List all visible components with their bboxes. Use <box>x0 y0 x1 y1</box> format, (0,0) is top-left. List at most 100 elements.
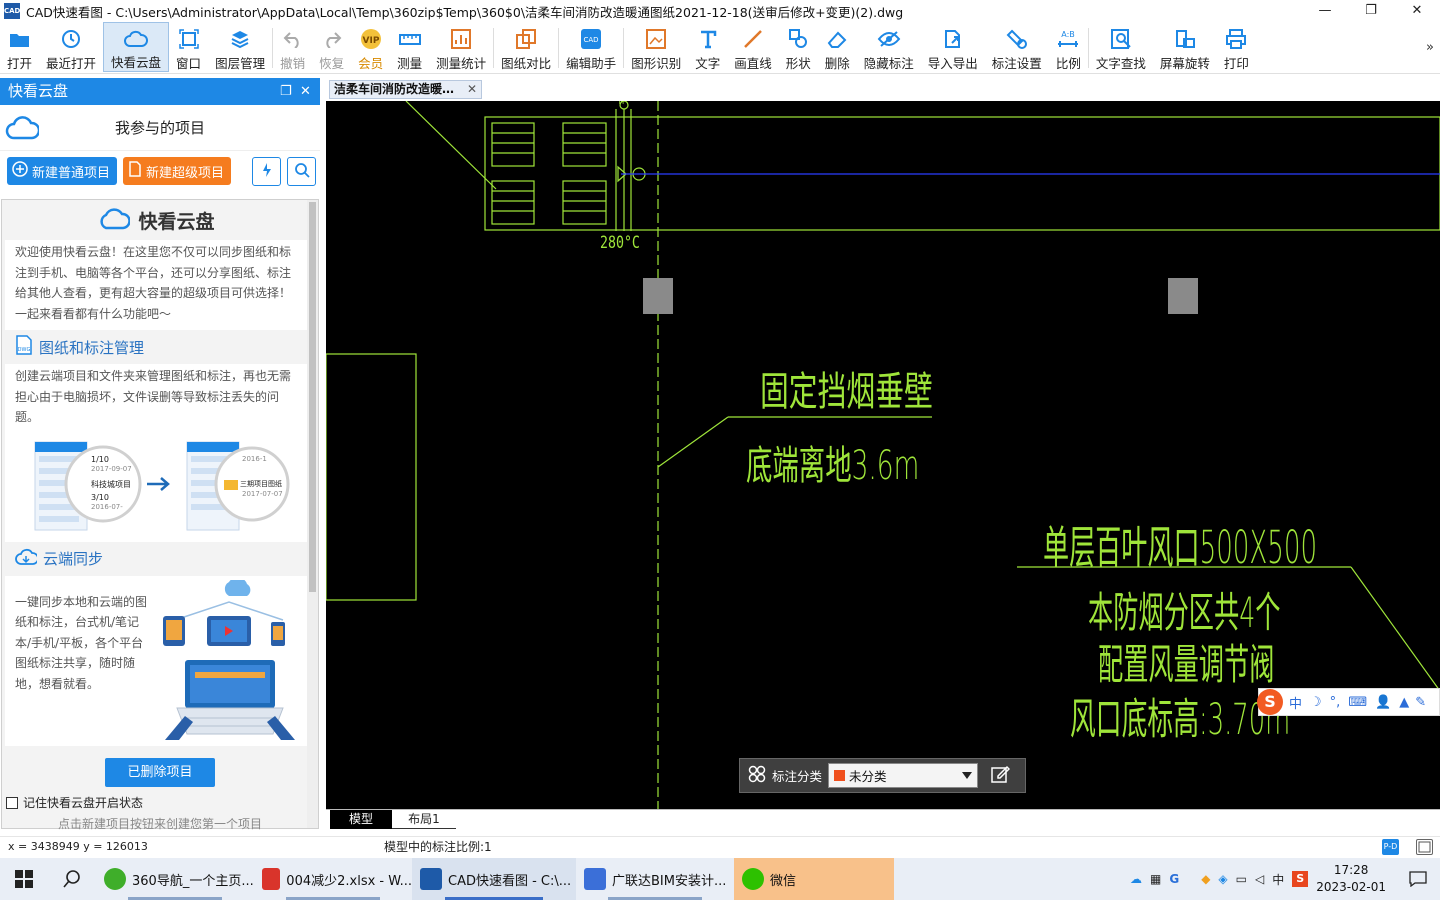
clock-date: 2023-02-01 <box>1316 880 1386 894</box>
pd-badge[interactable]: P-D <box>1382 839 1399 855</box>
scale-button[interactable]: A:B 比例 <box>1049 22 1088 72</box>
redo-button[interactable]: 恢复 <box>312 22 351 72</box>
windows-start-icon[interactable] <box>0 858 48 900</box>
intro-scroll-area[interactable]: 快看云盘 欢迎使用快看云盘！在这里您不仅可以同步图纸和标注到手机、电脑等各个平台… <box>1 199 319 829</box>
grid-icon[interactable] <box>748 765 766 786</box>
layout1-tab[interactable]: 布局1 <box>392 810 456 829</box>
windows-taskbar: 360导航_一个主页... 004减少2.xlsx - W... CAD快速看图… <box>0 858 1440 900</box>
window-icon <box>177 28 201 50</box>
document-tab[interactable]: 洁柔车间消防改造暖… ✕ <box>329 80 482 99</box>
recent-button[interactable]: 最近打开 <box>39 22 103 72</box>
delete-button[interactable]: 删除 <box>818 22 857 72</box>
wifi-tray-icon[interactable]: ▦ <box>1150 872 1161 886</box>
deleted-projects-button[interactable]: 已删除项目 <box>105 758 215 787</box>
scrollbar-thumb[interactable] <box>309 202 316 592</box>
minimize-button[interactable]: — <box>1302 0 1348 22</box>
new-super-project-label: 新建超级项目 <box>146 165 225 181</box>
undo-button[interactable]: 撤销 <box>273 22 312 72</box>
browser-360-icon <box>104 868 126 890</box>
model-tab[interactable]: 模型 <box>330 810 392 829</box>
cloud-sync-icon <box>15 548 39 570</box>
volume-icon[interactable]: ◁ <box>1255 872 1264 886</box>
search-button[interactable] <box>287 156 317 186</box>
status-bar: x = 3438949 y = 126013 模型中的标注比例:1 P-D <box>0 836 1440 858</box>
intro-card-header: 快看云盘 <box>5 200 308 240</box>
text-search-button[interactable]: 文字查找 <box>1089 22 1153 72</box>
rotate-screen-button[interactable]: 屏幕旋转 <box>1153 22 1217 72</box>
layers-button[interactable]: 图层管理 <box>208 22 272 72</box>
cloud-button[interactable]: 快看云盘 <box>103 22 170 72</box>
edit-assistant-button[interactable]: CAD 编辑助手 <box>559 22 623 72</box>
security-tray-icon[interactable]: ◈ <box>1218 872 1227 886</box>
remember-state-checkbox[interactable] <box>6 796 18 809</box>
shape-button[interactable]: 形状 <box>779 22 818 72</box>
intro-scrollbar[interactable] <box>307 200 318 828</box>
open-button[interactable]: 打开 <box>0 22 39 72</box>
toolbar-more-button[interactable]: » <box>1426 40 1434 55</box>
vip-icon: VIP <box>359 28 383 50</box>
remember-state-option[interactable]: 记住快看云盘开启状态 <box>6 794 143 811</box>
hide-annotation-button[interactable]: 隐藏标注 <box>857 22 921 72</box>
illus-date-a: 2017-09-07 <box>91 464 132 473</box>
taskbar-item-cad[interactable]: CAD快速看图 - C:\... <box>412 858 576 900</box>
fullscreen-icon[interactable] <box>1416 839 1433 855</box>
document-tab-close-button[interactable]: ✕ <box>467 81 477 98</box>
cad-app-icon <box>420 868 442 890</box>
annotation-settings-label: 标注设置 <box>991 56 1042 71</box>
window-button[interactable]: 窗口 <box>169 22 208 72</box>
cloud-panel: 快看云盘 ❐ ✕ 我参与的项目 新建普通项目 新建超级项目 快看云盘 欢迎使用快… <box>0 78 320 836</box>
onedrive-icon[interactable]: ☁ <box>1130 872 1142 886</box>
new-normal-project-button[interactable]: 新建普通项目 <box>7 157 118 185</box>
browser-tray-icon[interactable]: G <box>1169 872 1179 886</box>
sogou-logo-icon[interactable]: S <box>1257 689 1283 715</box>
sync-illustration <box>163 579 295 740</box>
maximize-button[interactable]: ❐ <box>1348 0 1394 22</box>
keyboard-icon[interactable]: ⌨ <box>1348 695 1367 710</box>
sync-button[interactable] <box>252 156 282 186</box>
punctuation-icon[interactable]: °, <box>1330 695 1341 710</box>
taskbar-item-wechat[interactable]: 微信 <box>734 858 894 900</box>
ime-mode-toggle[interactable]: 中 <box>1289 693 1302 712</box>
intro-content: 快看云盘 欢迎使用快看云盘！在这里您不仅可以同步图纸和标注到手机、电脑等各个平台… <box>5 200 308 746</box>
search-icon[interactable] <box>48 858 96 900</box>
barrier-height-label: 底端离地3.6m <box>746 443 920 489</box>
sogou-tray-icon[interactable]: S <box>1292 871 1309 887</box>
user-icon[interactable]: 👤 <box>1375 695 1391 710</box>
panel-restore-button[interactable]: ❐ <box>280 78 292 105</box>
window-controls: — ❐ ✕ <box>1302 0 1440 22</box>
window-label: 窗口 <box>176 56 202 71</box>
damper-label: 配置风量调节阀 <box>1098 640 1275 689</box>
shape-recognize-button[interactable]: 图形识别 <box>624 22 688 72</box>
compare-button[interactable]: 图纸对比 <box>494 22 558 72</box>
svg-text:A:B: A:B <box>1062 30 1076 39</box>
edit-category-icon[interactable] <box>990 764 1011 787</box>
close-button[interactable]: ✕ <box>1394 0 1440 22</box>
vip-button[interactable]: VIP 会员 <box>351 22 390 72</box>
new-normal-project-label: 新建普通项目 <box>32 165 111 181</box>
category-color-swatch <box>834 770 846 781</box>
taskbar-item-glodon[interactable]: 广联达BIM安装计... <box>576 858 734 900</box>
taskbar-item-wps[interactable]: 004减少2.xlsx - W... <box>254 858 412 900</box>
annotation-category-select[interactable]: 未分类 <box>828 763 979 788</box>
taskbar-item-360[interactable]: 360导航_一个主页... <box>96 858 254 900</box>
app-tray-icon[interactable]: ◆ <box>1201 872 1210 886</box>
new-super-project-button[interactable]: 新建超级项目 <box>123 157 232 185</box>
network-icon[interactable]: ▭ <box>1236 872 1247 886</box>
measure-stats-button[interactable]: 测量统计 <box>429 22 493 72</box>
ime-tray-indicator[interactable]: 中 <box>1272 871 1284 888</box>
notification-icon[interactable] <box>1396 871 1440 887</box>
wrench-icon[interactable]: ✎ <box>1415 695 1426 710</box>
plus-circle-icon <box>12 161 28 181</box>
line-button[interactable]: 画直线 <box>727 22 779 72</box>
panel-close-button[interactable]: ✕ <box>300 78 311 105</box>
text-button[interactable]: 文字 <box>688 22 727 72</box>
moon-icon[interactable]: ☽ <box>1310 695 1322 710</box>
system-clock[interactable]: 17:28 2023-02-01 <box>1316 862 1386 896</box>
grid-marker: M <box>619 101 624 106</box>
measure-button[interactable]: 测量 <box>390 22 429 72</box>
annotation-settings-button[interactable]: 标注设置 <box>985 22 1049 72</box>
print-button[interactable]: 打印 <box>1217 22 1256 72</box>
illus-count-a: 1/10 <box>91 454 109 464</box>
import-export-button[interactable]: 导入导出 <box>921 22 985 72</box>
skin-icon[interactable]: ▲ <box>1399 695 1409 710</box>
